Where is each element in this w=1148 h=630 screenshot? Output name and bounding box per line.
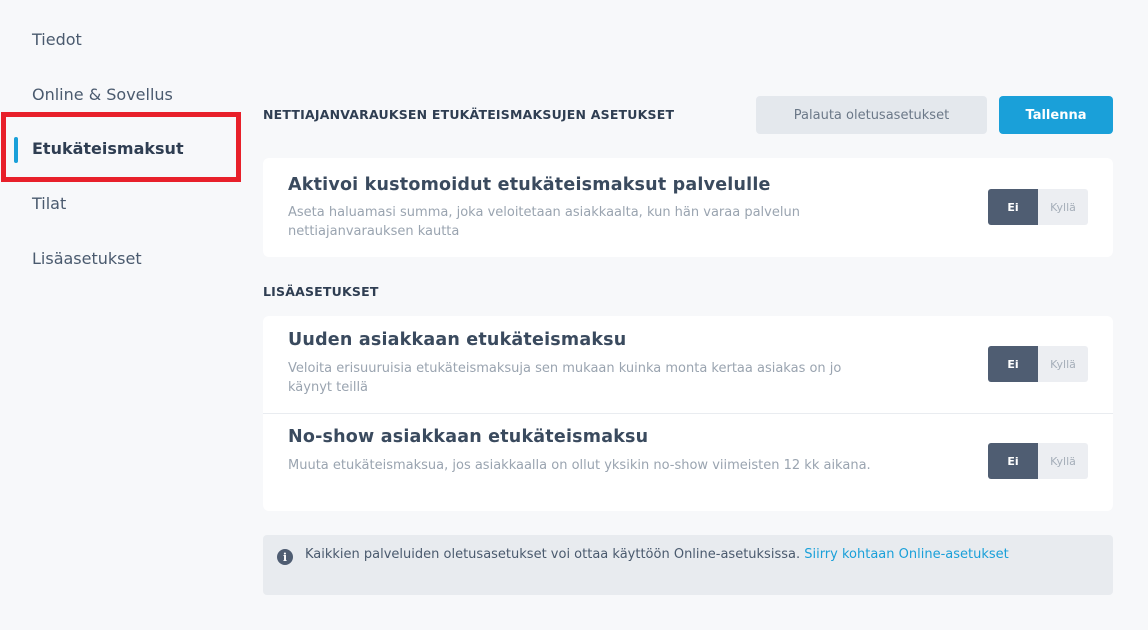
custom-prepayment-toggle[interactable]: Ei Kyllä xyxy=(988,189,1088,225)
new-customer-prepayment-title: Uuden asiakkaan etukäteismaksu xyxy=(288,330,627,350)
save-button[interactable]: Tallenna xyxy=(999,96,1113,134)
toggle-option-no[interactable]: Ei xyxy=(988,346,1038,382)
additional-settings-title: LISÄASETUKSET xyxy=(263,284,379,299)
toggle-option-yes[interactable]: Kyllä xyxy=(1038,443,1088,479)
sidebar-item-lisaasetukset[interactable]: Lisäasetukset xyxy=(32,249,142,268)
no-show-prepayment-title: No-show asiakkaan etukäteismaksu xyxy=(288,427,649,447)
custom-prepayment-card: Aktivoi kustomoidut etukäteismaksut palv… xyxy=(263,158,1113,257)
reset-defaults-button[interactable]: Palauta oletusasetukset xyxy=(756,96,987,134)
no-show-prepayment-description: Muuta etukäteismaksua, jos asiakkaalla o… xyxy=(288,458,871,473)
no-show-prepayment-toggle[interactable]: Ei Kyllä xyxy=(988,443,1088,479)
new-customer-prepayment-row: Uuden asiakkaan etukäteismaksu Veloita e… xyxy=(263,316,1113,413)
custom-prepayment-description: Aseta haluamasi summa, joka veloitetaan … xyxy=(288,205,800,239)
sidebar-item-tiedot[interactable]: Tiedot xyxy=(32,30,82,49)
sidebar-item-tilat[interactable]: Tilat xyxy=(32,194,66,213)
additional-settings-card: Uuden asiakkaan etukäteismaksu Veloita e… xyxy=(263,316,1113,511)
toggle-option-no[interactable]: Ei xyxy=(988,443,1038,479)
settings-sidebar: Tiedot Online & Sovellus Etukäteismaksut… xyxy=(0,0,248,630)
page-title: NETTIAJANVARAUKSEN ETUKÄTEISMAKSUJEN ASE… xyxy=(263,107,675,122)
online-settings-link[interactable]: Siirry kohtaan Online-asetukset xyxy=(804,547,1009,562)
info-text: Kaikkien palveluiden oletusasetukset voi… xyxy=(305,546,1085,563)
info-icon: i xyxy=(277,549,293,565)
new-customer-prepayment-description: Veloita erisuuruisia etukäteismaksuja se… xyxy=(288,361,842,395)
no-show-prepayment-row: No-show asiakkaan etukäteismaksu Muuta e… xyxy=(263,414,1113,511)
toggle-option-no[interactable]: Ei xyxy=(988,189,1038,225)
new-customer-prepayment-toggle[interactable]: Ei Kyllä xyxy=(988,346,1088,382)
info-notice: i Kaikkien palveluiden oletusasetukset v… xyxy=(263,535,1113,595)
info-message: Kaikkien palveluiden oletusasetukset voi… xyxy=(305,547,805,562)
custom-prepayment-title: Aktivoi kustomoidut etukäteismaksut palv… xyxy=(288,175,771,195)
sidebar-item-online-sovellus[interactable]: Online & Sovellus xyxy=(32,85,173,104)
toggle-option-yes[interactable]: Kyllä xyxy=(1038,346,1088,382)
highlight-annotation xyxy=(1,112,241,182)
toggle-option-yes[interactable]: Kyllä xyxy=(1038,189,1088,225)
